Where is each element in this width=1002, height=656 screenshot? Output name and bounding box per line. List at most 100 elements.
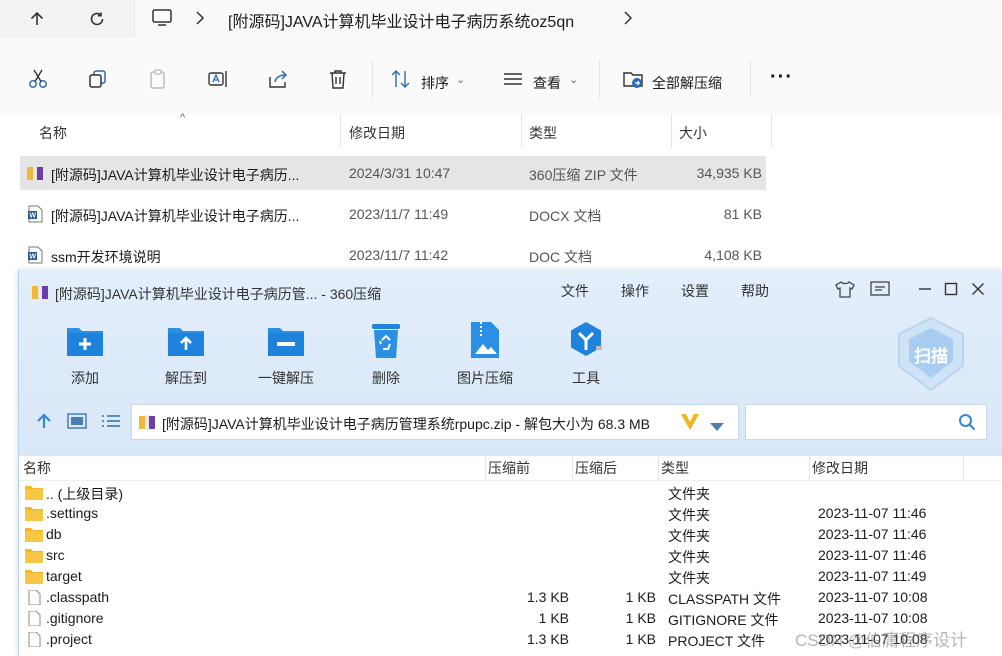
column-size[interactable]: 大小 bbox=[679, 123, 707, 143]
one-click-extract-button[interactable]: 一键解压 bbox=[246, 318, 326, 388]
extract-all-button[interactable]: 全部解压缩 bbox=[652, 73, 722, 93]
column-divider[interactable] bbox=[658, 456, 659, 480]
file-type: 360压缩 ZIP 文件 bbox=[529, 167, 638, 183]
menu-settings[interactable]: 设置 bbox=[681, 281, 709, 301]
search-icon[interactable] bbox=[958, 413, 976, 436]
file-name: ssm开发环境说明 bbox=[51, 249, 161, 265]
archive-row[interactable]: db 文件夹 2023-11-07 11:46 bbox=[19, 524, 1002, 545]
thumbnail-view-icon[interactable] bbox=[67, 412, 87, 435]
up-level-icon[interactable] bbox=[35, 412, 53, 435]
window-title: [附源码]JAVA计算机毕业设计电子病历管... - 360压缩 bbox=[55, 286, 382, 302]
file-row[interactable]: W ssm开发环境说明 2023/11/7 11:42 DOC 文档 4,108… bbox=[20, 238, 766, 272]
view-icon[interactable] bbox=[500, 66, 526, 92]
sort-up-icon: ^ bbox=[180, 112, 186, 124]
zip-icon bbox=[26, 164, 44, 182]
extract-to-button[interactable]: 解压到 bbox=[146, 318, 226, 388]
cut-icon[interactable] bbox=[25, 66, 51, 92]
one-click-extract-icon bbox=[264, 318, 308, 362]
column-before[interactable]: 压缩前 bbox=[488, 458, 530, 478]
chevron-right-icon[interactable] bbox=[623, 10, 633, 31]
archive-row[interactable]: src 文件夹 2023-11-07 11:46 bbox=[19, 545, 1002, 566]
archive-row[interactable]: target 文件夹 2023-11-07 11:49 bbox=[19, 566, 1002, 587]
archive-row[interactable]: .classpath 1.3 KB 1 KB CLASSPATH 文件 2023-11-… bbox=[19, 587, 1002, 608]
divider bbox=[372, 60, 373, 98]
column-modified[interactable]: 修改日期 bbox=[812, 458, 868, 478]
tool-label: 删除 bbox=[372, 370, 400, 386]
column-modified[interactable]: 修改日期 bbox=[349, 123, 405, 143]
column-divider[interactable] bbox=[572, 456, 573, 480]
chevron-right-icon[interactable] bbox=[195, 10, 205, 31]
entry-size-after: 1 KB bbox=[625, 610, 656, 626]
file-modified: 2023/11/7 11:49 bbox=[349, 206, 449, 222]
image-compress-button[interactable]: 图片压缩 bbox=[445, 318, 525, 388]
column-after[interactable]: 压缩后 bbox=[575, 458, 617, 478]
menu-operation[interactable]: 操作 bbox=[621, 281, 649, 301]
column-name[interactable]: 名称 bbox=[39, 123, 67, 143]
column-divider[interactable] bbox=[671, 114, 672, 148]
share-icon[interactable] bbox=[265, 66, 291, 92]
folder-icon bbox=[25, 485, 43, 500]
file-icon bbox=[25, 610, 43, 627]
entry-size-before: 1.3 KB bbox=[526, 589, 569, 605]
up-arrow-icon[interactable] bbox=[24, 6, 50, 32]
rename-icon[interactable] bbox=[205, 66, 231, 92]
chevron-down-icon[interactable]: ⌄ bbox=[456, 73, 465, 86]
column-divider[interactable] bbox=[521, 114, 522, 148]
column-divider[interactable] bbox=[340, 114, 341, 148]
extract-to-icon bbox=[164, 318, 208, 362]
column-type[interactable]: 类型 bbox=[529, 123, 557, 143]
file-row[interactable]: [附源码]JAVA计算机毕业设计电子病历... 2024/3/31 10:47 … bbox=[20, 156, 766, 190]
more-options-button[interactable]: ··· bbox=[770, 66, 793, 89]
list-view-icon[interactable] bbox=[101, 412, 121, 435]
entry-name: .. (上级目录) bbox=[46, 486, 123, 502]
minimize-icon[interactable] bbox=[914, 278, 936, 300]
column-divider[interactable] bbox=[809, 456, 810, 480]
menu-file[interactable]: 文件 bbox=[561, 281, 589, 301]
column-divider[interactable] bbox=[485, 456, 486, 480]
paste-icon bbox=[145, 66, 171, 92]
view-button[interactable]: 查看 bbox=[533, 73, 561, 93]
archive-path-bar[interactable]: [附源码]JAVA计算机毕业设计电子病历管理系统rpupc.zip - 解包大小… bbox=[131, 404, 739, 440]
skin-icon[interactable] bbox=[834, 278, 856, 300]
archive-search-input[interactable] bbox=[745, 404, 987, 440]
entry-modified: 2023-11-07 11:46 bbox=[818, 547, 927, 563]
address-path[interactable]: [附源码]JAVA计算机毕业设计电子病历系统oz5qn bbox=[228, 8, 574, 32]
zip-window-header: [附源码]JAVA计算机毕业设计电子病历管... - 360压缩 文件 操作 设… bbox=[19, 270, 1002, 456]
address-bar[interactable]: [附源码]JAVA计算机毕业设计电子病历系统oz5qn bbox=[134, 0, 1002, 38]
chevron-down-icon[interactable]: ⌄ bbox=[569, 73, 578, 86]
tools-button[interactable]: 工具 bbox=[546, 318, 626, 388]
extract-all-icon[interactable] bbox=[620, 66, 646, 92]
tool-label: 工具 bbox=[572, 370, 600, 386]
zip-app-icon bbox=[31, 283, 49, 306]
column-divider[interactable] bbox=[963, 456, 964, 480]
sort-icon[interactable] bbox=[388, 66, 414, 92]
tool-label: 图片压缩 bbox=[457, 370, 513, 386]
column-divider[interactable] bbox=[771, 114, 772, 148]
entry-name: .classpath bbox=[46, 589, 110, 605]
delete-icon[interactable] bbox=[325, 66, 351, 92]
dropdown-arrow-icon[interactable] bbox=[710, 418, 724, 436]
archive-row[interactable]: .settings 文件夹 2023-11-07 11:46 bbox=[19, 503, 1002, 524]
copy-icon[interactable] bbox=[85, 66, 111, 92]
entry-type: 文件夹 bbox=[668, 507, 710, 523]
close-icon[interactable] bbox=[967, 278, 989, 300]
entry-type: CLASSPATH 文件 bbox=[668, 591, 782, 607]
verified-v-icon bbox=[680, 412, 700, 437]
column-name[interactable]: 名称 bbox=[23, 458, 51, 478]
column-type[interactable]: 类型 bbox=[661, 458, 689, 478]
delete-button[interactable]: 删除 bbox=[346, 318, 426, 388]
add-button[interactable]: 添加 bbox=[45, 318, 125, 388]
entry-type: 文件夹 bbox=[668, 528, 710, 544]
tool-label: 解压到 bbox=[165, 370, 207, 386]
entry-type: PROJECT 文件 bbox=[668, 633, 765, 649]
file-row[interactable]: W [附源码]JAVA计算机毕业设计电子病历... 2023/11/7 11:4… bbox=[20, 197, 766, 231]
refresh-icon[interactable] bbox=[84, 6, 110, 32]
archive-row[interactable]: .. (上级目录) 文件夹 bbox=[19, 482, 1002, 503]
entry-name: db bbox=[46, 526, 62, 542]
sort-button[interactable]: 排序 bbox=[421, 73, 449, 93]
maximize-icon[interactable] bbox=[940, 278, 962, 300]
menu-help[interactable]: 帮助 bbox=[741, 281, 769, 301]
message-icon[interactable] bbox=[869, 278, 891, 300]
scan-button[interactable]: 扫描 bbox=[895, 316, 967, 392]
archive-path-text: [附源码]JAVA计算机毕业设计电子病历管理系统rpupc.zip - 解包大小… bbox=[162, 416, 650, 432]
